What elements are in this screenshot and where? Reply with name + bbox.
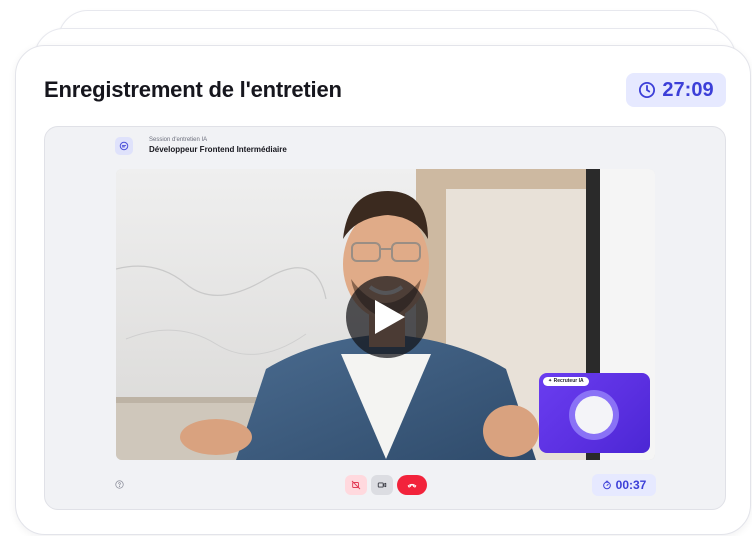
session-label: Session d'entretien IA xyxy=(149,137,208,143)
help-circle-icon[interactable] xyxy=(115,480,124,489)
ai-avatar xyxy=(569,390,619,440)
clock-icon xyxy=(639,81,656,99)
stopwatch-icon xyxy=(602,480,611,490)
phone-hangup-icon xyxy=(407,483,417,488)
page-title: Enregistrement de l'entretien xyxy=(44,77,342,102)
camera-off-icon xyxy=(351,480,361,490)
video-button[interactable] xyxy=(371,475,393,495)
elapsed-time-value: 00:37 xyxy=(615,478,647,492)
play-icon xyxy=(375,300,405,334)
timer-value: 27:09 xyxy=(662,78,714,101)
hangup-button[interactable] xyxy=(397,475,427,495)
interview-timer-badge: 27:09 xyxy=(626,73,726,107)
play-button[interactable] xyxy=(346,276,428,358)
ai-recruiter-tile: ✦ Recruteur IA xyxy=(539,373,650,453)
video-camera-icon xyxy=(377,482,387,488)
ai-recruiter-tag: ✦ Recruteur IA xyxy=(543,377,589,386)
elapsed-time-badge: 00:37 xyxy=(592,474,656,496)
ai-avatar-disc xyxy=(575,396,613,434)
session-icon-box xyxy=(115,137,133,155)
chat-bubble-icon xyxy=(119,141,129,151)
camera-off-button[interactable] xyxy=(345,475,367,495)
session-title: Développeur Frontend Intermédiaire xyxy=(149,145,287,154)
